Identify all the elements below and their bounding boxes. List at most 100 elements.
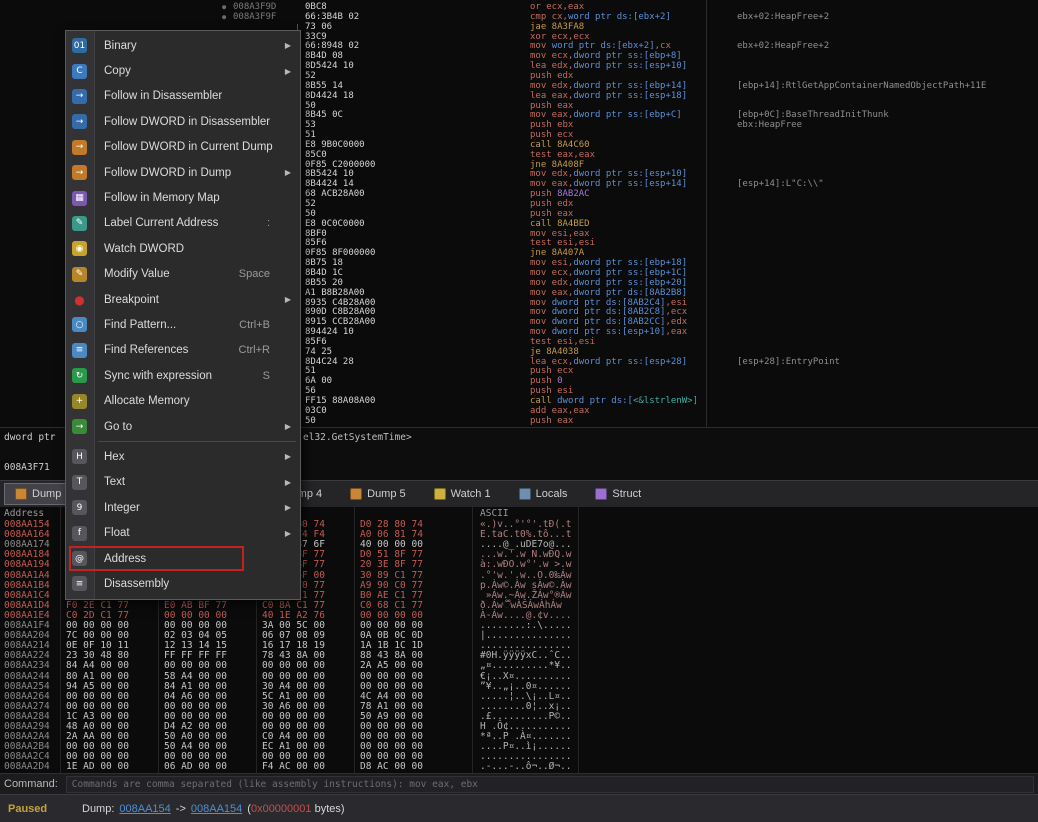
menu-item-label-current-address[interactable]: ✎Label Current Address: <box>66 211 300 236</box>
disasm-bytes: 8B5424 10 <box>305 169 354 179</box>
menu-item-sync-with-expression[interactable]: ↻Sync with expressionS <box>66 363 300 388</box>
disasm-instruction: mov ecx,dword ptr ss:[ebp+8] <box>530 51 682 61</box>
disasm-row[interactable]: ●008A3F9D0BC8or ecx,eax <box>0 2 1038 12</box>
dump-row[interactable]: 008AA2D41E AD 00 0006 AD 00 00F4 AC 00 0… <box>0 762 640 772</box>
status-dump-info: Dump: 008AA154 -> 008AA154 (0x00000001 b… <box>82 803 345 815</box>
menu-item-copy[interactable]: CCopy▶ <box>66 58 300 83</box>
disasm-comment: [ebp+0C]:BaseThreadInitThunk <box>737 110 889 120</box>
dump-ascii: à:.wÐO.w°'.w >.w <box>480 560 572 570</box>
disasm-instruction: push esi <box>530 386 573 396</box>
dump-icon <box>15 488 27 500</box>
disasm-instruction: mov dword ptr ss:[esp+10],eax <box>530 327 687 337</box>
menu-item-breakpoint[interactable]: ●Breakpoint▶ <box>66 287 300 312</box>
disasm-comment: [ebp+14]:RtlGetAppContainerNamedObjectPa… <box>737 81 986 91</box>
command-input[interactable]: Commands are comma separated (like assem… <box>66 776 1034 793</box>
hex-icon: H <box>72 449 87 464</box>
address-icon: @ <box>72 551 87 566</box>
tab-dump-5[interactable]: Dump 5 <box>340 483 416 505</box>
dump-hex-group: 1E AD 00 00 <box>66 762 129 772</box>
menu-item-label: Follow DWORD in Dump <box>104 167 231 179</box>
allocate-memory-icon: + <box>72 394 87 409</box>
disasm-comment: ebx+02:HeapFree+2 <box>737 12 829 22</box>
menu-item-label: Go to <box>104 421 132 433</box>
disasm-instruction: mov edx,dword ptr ss:[ebp+14] <box>530 81 687 91</box>
menu-item-disassembly[interactable]: ≡Disassembly <box>66 571 300 596</box>
menu-item-go-to[interactable]: →Go to▶ <box>66 414 300 439</box>
tab-struct[interactable]: Struct <box>585 483 651 505</box>
disasm-bytes: 894424 10 <box>305 327 354 337</box>
disasm-bytes: 50 <box>305 416 316 426</box>
tab-watch-1[interactable]: Watch 1 <box>424 483 501 505</box>
dump-row[interactable]: 008AA23484 A4 00 0000 00 00 0000 00 00 0… <box>0 661 640 671</box>
menu-item-text[interactable]: T Text ▶ <box>66 470 300 495</box>
menu-item-allocate-memory[interactable]: +Allocate Memory <box>66 388 300 413</box>
follow-in-disassembler-icon: → <box>72 89 87 104</box>
menu-shortcut: Ctrl+B <box>239 319 270 331</box>
disasm-bytes: 0F85 8F000000 <box>305 248 375 258</box>
disasm-instruction: push 8AB2AC <box>530 189 590 199</box>
menu-item-label: Follow DWORD in Disassembler <box>104 116 270 128</box>
disasm-bytes: 890D C8B28A00 <box>305 307 375 317</box>
follow-dword-in-dump-icon: → <box>72 165 87 180</box>
find-pattern-icon: ○ <box>72 317 87 332</box>
label-icon: ✎ <box>72 216 87 231</box>
dump-to-address-link[interactable]: 008AA154 <box>191 803 242 815</box>
disasm-bytes: 85F6 <box>305 238 327 248</box>
disasm-row[interactable]: ●008A3F9F66:3B4B 02cmp cx,word ptr ds:[e… <box>0 12 1038 22</box>
menu-item-follow-in-disassembler[interactable]: →Follow in Disassembler <box>66 84 300 109</box>
menu-item-label: Modify Value <box>104 268 170 280</box>
menu-item-follow-dword-in-dump[interactable]: →Follow DWORD in Dump▶ <box>66 160 300 185</box>
tab-label: Dump 5 <box>367 488 406 500</box>
disasm-instruction: mov dword ptr ds:[8AB2C8],ecx <box>530 307 687 317</box>
menu-item-find-pattern[interactable]: ○Find Pattern...Ctrl+B <box>66 312 300 337</box>
menu-item-label: Integer <box>104 502 140 514</box>
disasm-bytes: 51 <box>305 130 316 140</box>
tab-locals[interactable]: Locals <box>509 483 578 505</box>
menu-item-watch-dword[interactable]: ◉Watch DWORD <box>66 236 300 261</box>
menu-item-float[interactable]: fFloat▶ <box>66 520 300 545</box>
tab-label: Locals <box>536 488 568 500</box>
command-bar: Command: Commands are comma separated (l… <box>0 773 1038 794</box>
disasm-instruction: test esi,esi <box>530 238 595 248</box>
disasm-bytes: 8915 CCB28A00 <box>305 317 375 327</box>
submenu-arrow-icon: ▶ <box>285 478 291 487</box>
dump-hex-group: 2A A5 00 00 <box>360 661 423 671</box>
info-current-address: 008A3F71 <box>4 462 50 473</box>
menu-item-address[interactable]: @Address <box>66 546 300 571</box>
dump-from-address-link[interactable]: 008AA154 <box>119 803 170 815</box>
disasm-bytes: 8935 C4B28A00 <box>305 298 375 308</box>
menu-item-follow-dword-in-current-dump[interactable]: →Follow DWORD in Current Dump <box>66 135 300 160</box>
disasm-bytes: 8B4424 14 <box>305 179 354 189</box>
disasm-instruction: push eax <box>530 101 573 111</box>
disasm-comment: [esp+14]:L"C:\\" <box>737 179 824 189</box>
disasm-address: 008A3F9F <box>233 12 276 22</box>
disasm-bytes: FF15 88A08A00 <box>305 396 375 406</box>
disasm-instruction: mov edx,dword ptr ss:[esp+10] <box>530 169 687 179</box>
info-line-right: el32.GetSystemTime> <box>303 432 412 443</box>
disasm-bytes: 50 <box>305 209 316 219</box>
text-icon: T <box>72 475 87 490</box>
dump-hex-group: 06 AD 00 00 <box>164 762 227 772</box>
menu-item-binary[interactable]: 01Binary▶ <box>66 33 300 58</box>
disasm-bytes: 85C0 <box>305 150 327 160</box>
disasm-instruction: xor ecx,ecx <box>530 32 590 42</box>
disasm-instruction: push ebx <box>530 120 573 130</box>
status-dump-label: Dump: <box>82 803 114 815</box>
menu-item-modify-value[interactable]: ✎Modify ValueSpace <box>66 262 300 287</box>
disasm-instruction: mov esi,eax <box>530 229 590 239</box>
disasm-comment: ebx+02:HeapFree+2 <box>737 41 829 51</box>
disasm-bytes: 8B55 20 <box>305 278 343 288</box>
menu-item-find-references[interactable]: ≡Find ReferencesCtrl+R <box>66 338 300 363</box>
disasm-instruction: call 8A4C60 <box>530 140 590 150</box>
disasm-bytes: 8B45 0C <box>305 110 343 120</box>
column-separator <box>706 0 707 427</box>
menu-item-label: Text <box>104 476 125 488</box>
disasm-instruction: push edx <box>530 71 573 81</box>
menu-item-follow-in-memory-map[interactable]: ▦Follow in Memory Map <box>66 185 300 210</box>
dump-hex-group: 84 A4 00 00 <box>66 661 129 671</box>
dump-hex-group: 00 00 00 00 <box>262 661 325 671</box>
menu-item-follow-dword-in-disassembler[interactable]: →Follow DWORD in Disassembler <box>66 109 300 134</box>
menu-item-integer[interactable]: 9Integer▶ <box>66 495 300 520</box>
disasm-instruction: jne 8A407A <box>530 248 584 258</box>
menu-item-hex[interactable]: HHex▶ <box>66 444 300 469</box>
